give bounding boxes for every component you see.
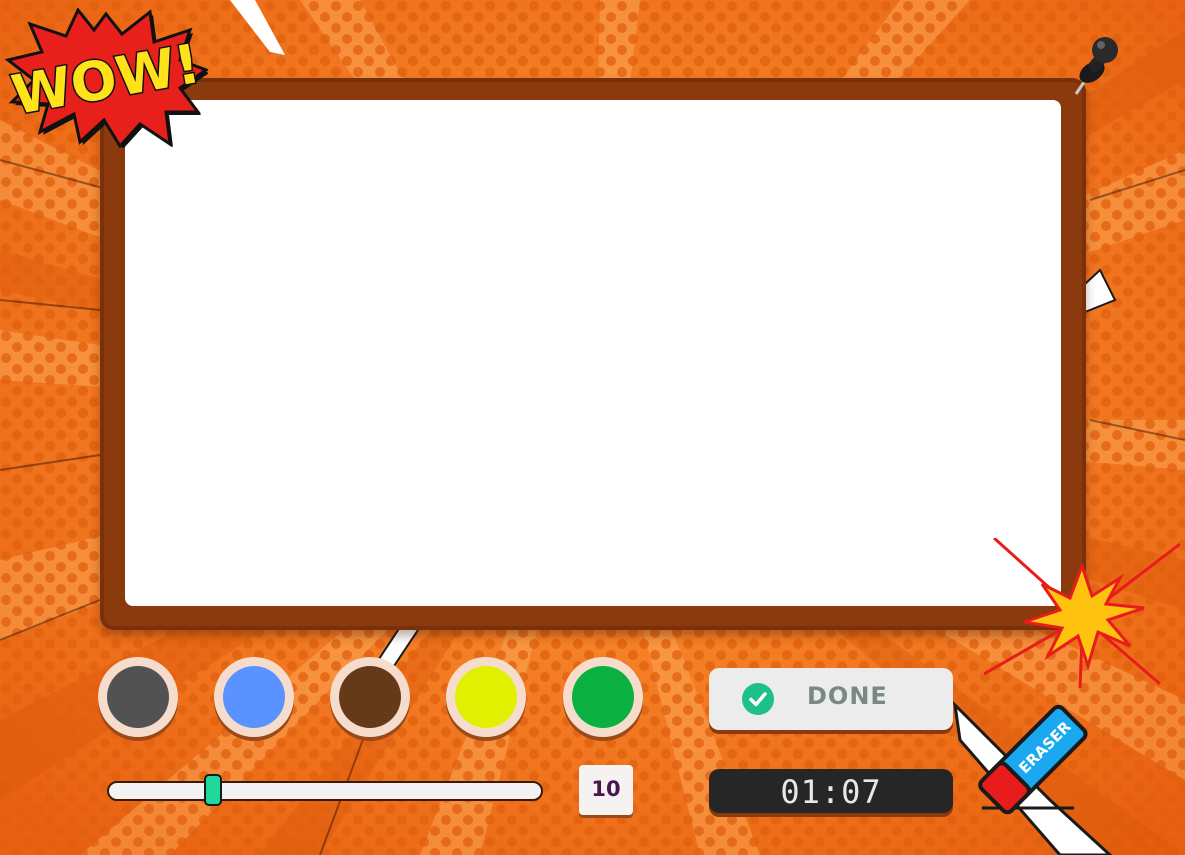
pushpin-icon	[1074, 37, 1118, 95]
color-dot	[223, 666, 285, 728]
color-dot	[572, 666, 634, 728]
check-circle-icon	[742, 683, 774, 715]
done-button[interactable]: DONE	[709, 668, 953, 730]
color-swatch-yellow[interactable]	[446, 657, 526, 737]
slider-thumb[interactable]	[204, 774, 222, 806]
explosion-burst-icon	[984, 538, 1180, 688]
timer-display: 01:07	[709, 769, 953, 813]
color-swatch-brown[interactable]	[330, 657, 410, 737]
drawing-canvas[interactable]	[125, 100, 1061, 606]
color-swatch-green[interactable]	[563, 657, 643, 737]
color-dot	[339, 666, 401, 728]
wow-badge: WOW!	[4, 8, 208, 148]
color-swatch-dark-gray[interactable]	[98, 657, 178, 737]
color-swatch-blue[interactable]	[214, 657, 294, 737]
brush-size-display: 10	[579, 765, 633, 815]
color-dot	[455, 666, 517, 728]
eraser-button[interactable]: ERASER	[970, 696, 1100, 816]
game-screen: WOW! DONE 10 01:07 ERASER	[0, 0, 1185, 855]
done-label: DONE	[807, 682, 888, 710]
timer-value: 01:07	[780, 773, 882, 811]
color-dot	[107, 666, 169, 728]
brush-size-value: 10	[591, 777, 621, 801]
brush-size-slider[interactable]	[107, 774, 543, 806]
